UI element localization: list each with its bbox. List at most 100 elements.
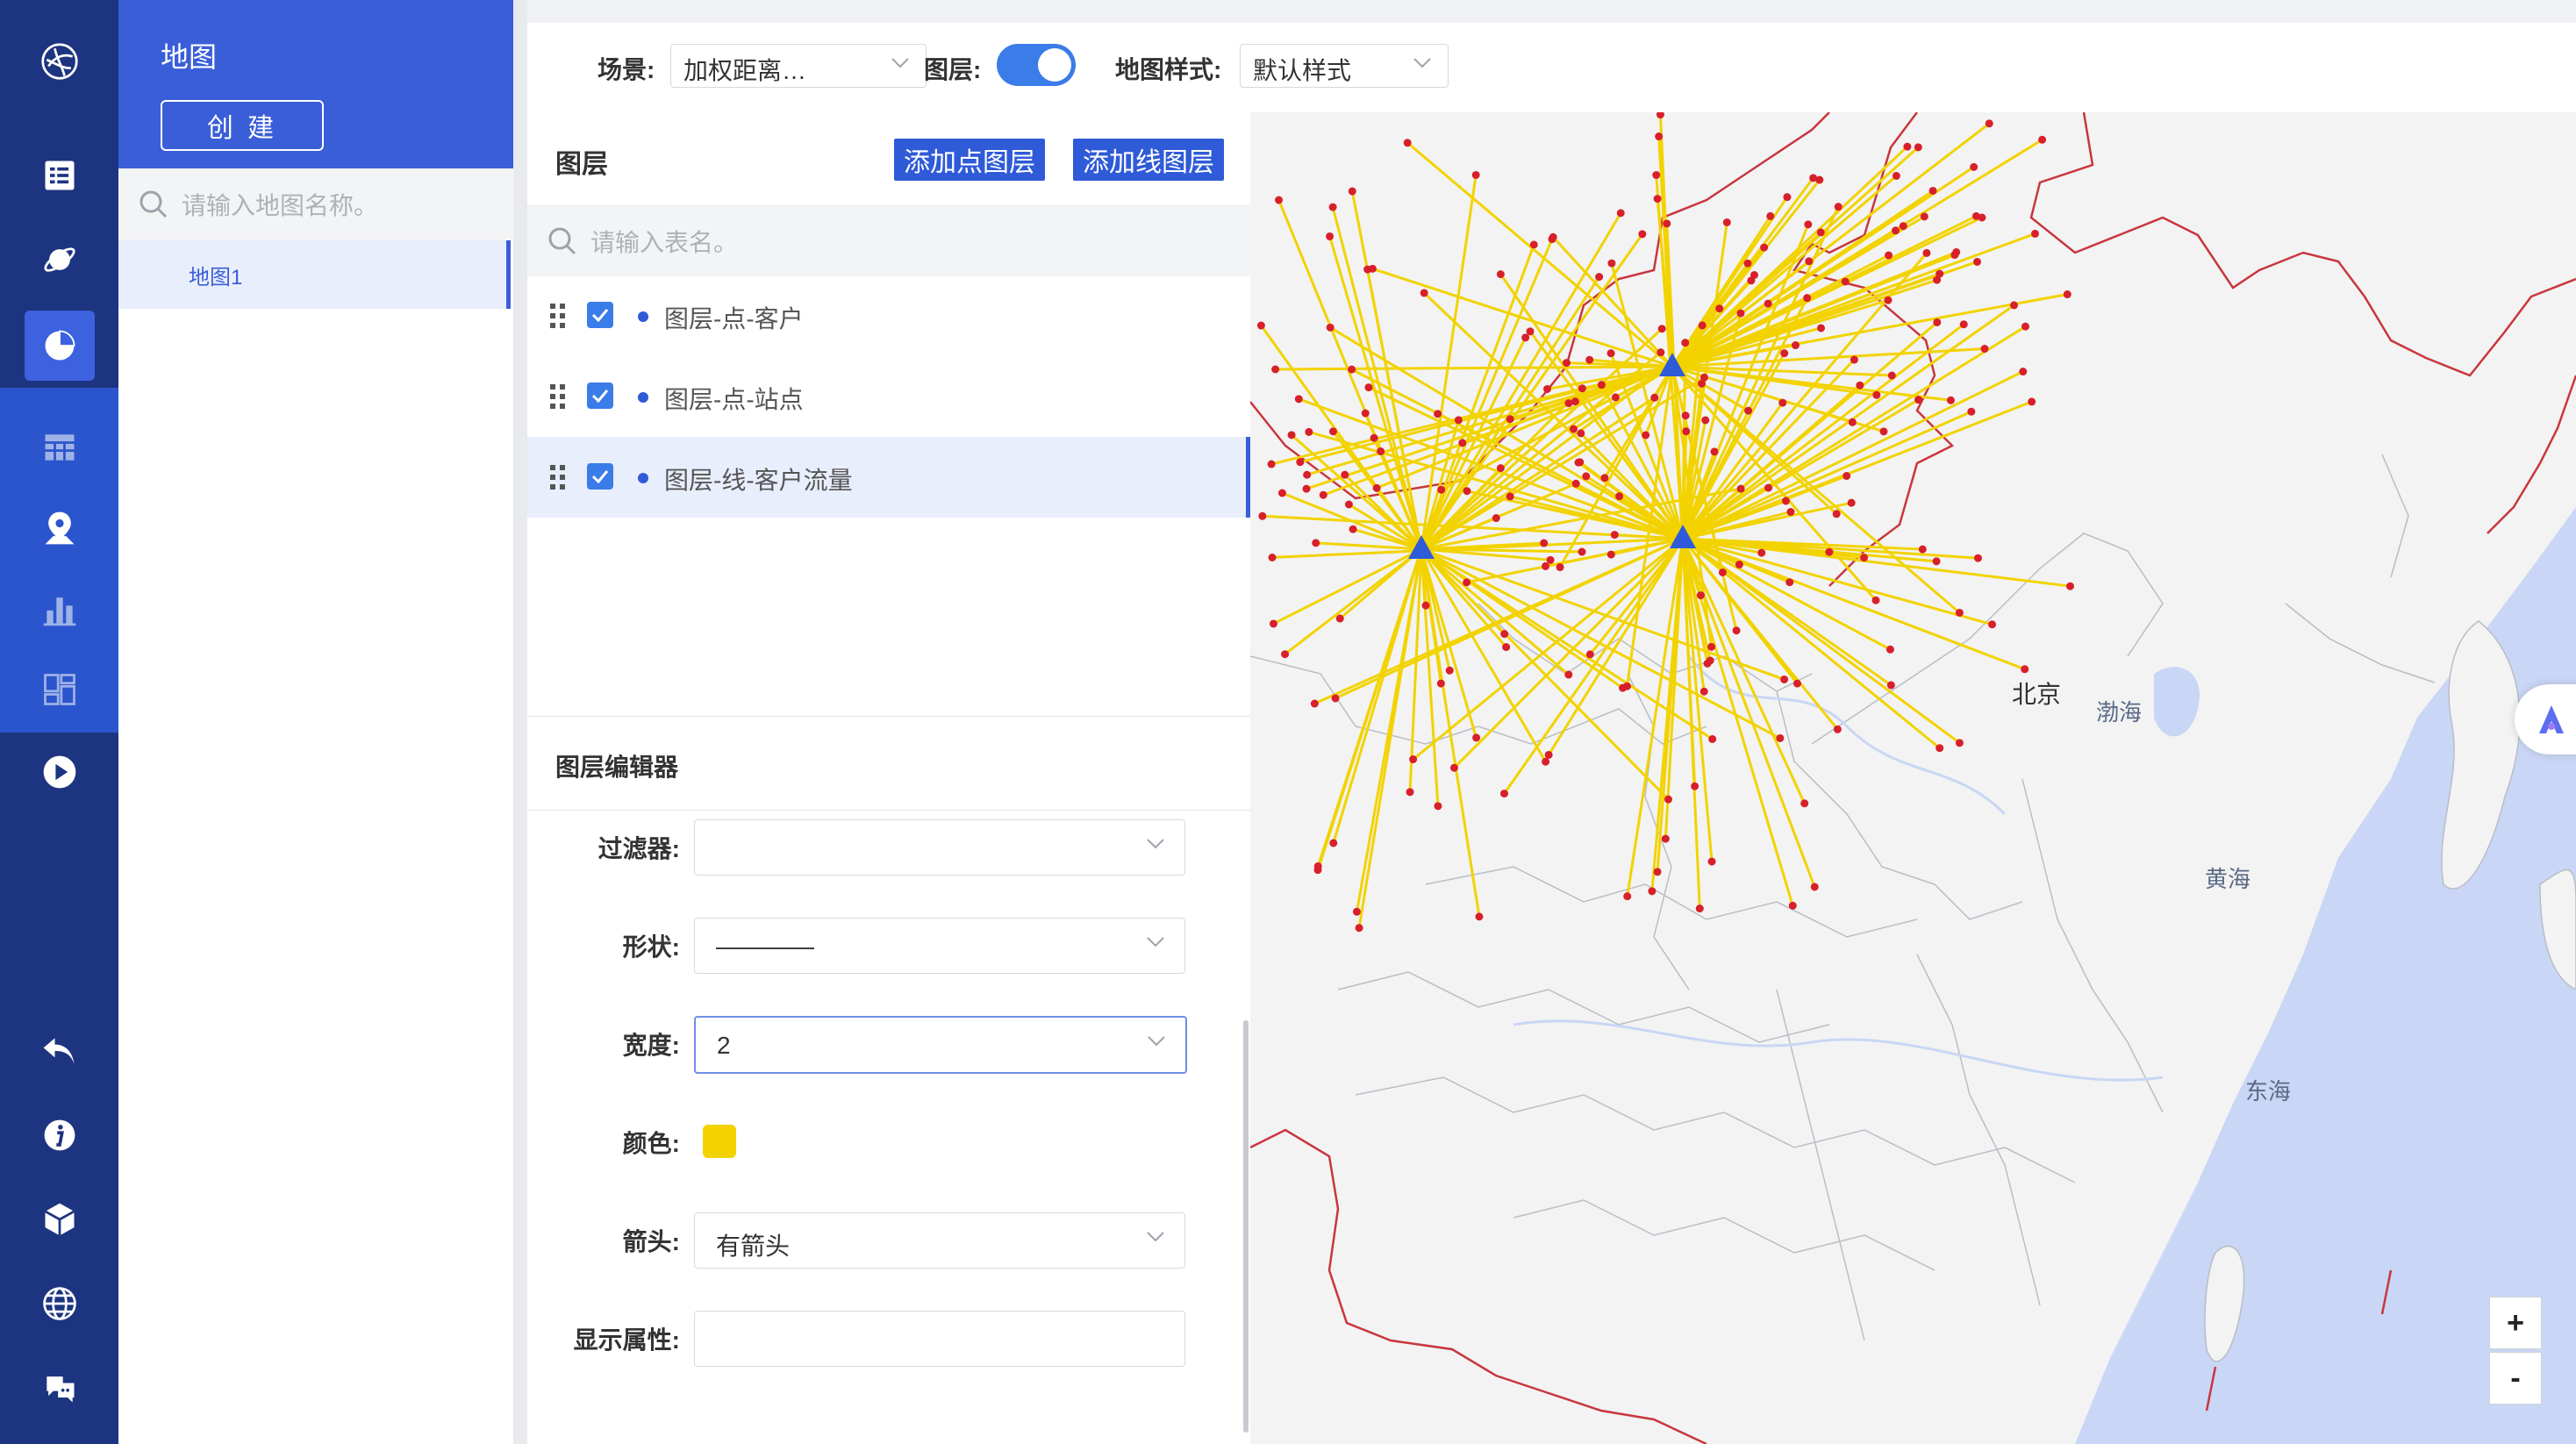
add-point-layer-button[interactable]: 添加点图层	[894, 139, 1045, 181]
customer-point[interactable]	[1526, 327, 1535, 336]
customer-point[interactable]	[1449, 763, 1458, 772]
create-map-button[interactable]: 创 建	[161, 100, 324, 151]
arrow-select[interactable]: 有箭头	[694, 1212, 1185, 1269]
customer-point[interactable]	[1655, 132, 1664, 141]
customer-point[interactable]	[1406, 788, 1414, 797]
nav-explore[interactable]	[0, 218, 118, 302]
customer-point[interactable]	[1571, 479, 1580, 488]
customer-point[interactable]	[1885, 645, 1894, 654]
zoom-in-button[interactable]: +	[2489, 1297, 2542, 1349]
editor-scrollbar[interactable]	[1243, 1020, 1249, 1433]
customer-point[interactable]	[2038, 135, 2047, 144]
customer-point[interactable]	[1972, 257, 1981, 266]
map-list-item[interactable]: 地图1	[118, 240, 511, 309]
customer-point[interactable]	[1506, 415, 1514, 424]
customer-point[interactable]	[2021, 322, 2029, 331]
customer-point[interactable]	[1747, 276, 1756, 285]
customer-point[interactable]	[1370, 433, 1378, 442]
customer-point[interactable]	[1348, 365, 1356, 374]
customer-point[interactable]	[1955, 608, 1964, 617]
customer-point[interactable]	[1736, 309, 1745, 318]
customer-point[interactable]	[1788, 901, 1797, 910]
customer-point[interactable]	[1885, 251, 1893, 260]
customer-point[interactable]	[1610, 531, 1619, 540]
customer-point[interactable]	[1707, 642, 1716, 651]
customer-point[interactable]	[1804, 220, 1813, 229]
customer-point[interactable]	[1544, 750, 1553, 759]
customer-point[interactable]	[1475, 912, 1484, 921]
customer-point[interactable]	[2063, 290, 2072, 299]
shape-select[interactable]: ————	[694, 918, 1185, 974]
customer-point[interactable]	[1860, 554, 1869, 562]
customer-point[interactable]	[1988, 620, 1997, 629]
customer-point[interactable]	[1757, 548, 1766, 557]
customer-point[interactable]	[1268, 554, 1277, 562]
customer-point[interactable]	[1653, 195, 1662, 204]
customer-point[interactable]	[1463, 487, 1471, 496]
customer-point[interactable]	[1872, 390, 1881, 399]
customer-point[interactable]	[1256, 321, 1265, 330]
customer-point[interactable]	[1682, 427, 1691, 436]
customer-point[interactable]	[1277, 489, 1286, 497]
customer-point[interactable]	[1313, 866, 1322, 875]
customer-point[interactable]	[1708, 734, 1717, 743]
nav-back[interactable]	[0, 1009, 118, 1093]
filter-select[interactable]	[694, 819, 1185, 876]
customer-point[interactable]	[1269, 619, 1277, 628]
customer-point[interactable]	[1661, 834, 1670, 843]
customer-point[interactable]	[1946, 396, 1955, 404]
customer-point[interactable]	[1691, 782, 1699, 790]
customer-point[interactable]	[1642, 431, 1650, 440]
scene-select[interactable]: 加权距离…	[670, 44, 927, 88]
customer-point[interactable]	[1556, 563, 1564, 572]
customer-point[interactable]	[1542, 561, 1550, 570]
customer-point[interactable]	[1786, 508, 1795, 517]
customer-point[interactable]	[1574, 458, 1583, 467]
customer-point[interactable]	[1848, 418, 1857, 426]
map-svg[interactable]	[1250, 112, 2576, 1444]
customer-point[interactable]	[1434, 410, 1442, 418]
nav-chart[interactable]	[0, 567, 118, 651]
customer-point[interactable]	[1562, 359, 1571, 368]
width-select[interactable]: 2	[694, 1016, 1187, 1074]
nav-info[interactable]	[0, 1093, 118, 1177]
customer-point[interactable]	[1978, 213, 1986, 222]
customer-point[interactable]	[1959, 320, 1968, 329]
add-line-layer-button[interactable]: 添加线图层	[1073, 139, 1224, 181]
customer-point[interactable]	[1663, 219, 1671, 228]
customer-point[interactable]	[1764, 299, 1772, 308]
customer-point[interactable]	[1571, 397, 1579, 406]
nav-community[interactable]	[0, 1346, 118, 1430]
nav-location[interactable]	[0, 486, 118, 570]
customer-point[interactable]	[1577, 429, 1585, 438]
customer-point[interactable]	[1310, 699, 1319, 708]
customer-point[interactable]	[1722, 218, 1731, 226]
assistant-button[interactable]	[2515, 684, 2576, 754]
customer-point[interactable]	[1585, 355, 1594, 364]
customer-point[interactable]	[1850, 355, 1858, 364]
customer-point[interactable]	[1847, 498, 1856, 507]
customer-point[interactable]	[1348, 187, 1356, 196]
customer-point[interactable]	[1914, 143, 1922, 152]
layer-search-input[interactable]: 请输入表名。	[527, 205, 1250, 276]
customer-point[interactable]	[1735, 561, 1743, 569]
customer-point[interactable]	[1606, 349, 1615, 358]
customer-point[interactable]	[1319, 490, 1327, 499]
customer-point[interactable]	[1955, 739, 1964, 747]
customer-point[interactable]	[1980, 345, 1989, 354]
customer-point[interactable]	[1871, 596, 1880, 604]
customer-point[interactable]	[1843, 472, 1851, 481]
customer-point[interactable]	[1403, 139, 1412, 147]
customer-point[interactable]	[1884, 296, 1893, 304]
nav-package[interactable]	[0, 1177, 118, 1262]
customer-point[interactable]	[1529, 240, 1538, 249]
customer-point[interactable]	[1349, 525, 1357, 533]
customer-point[interactable]	[1841, 277, 1850, 286]
drag-handle-icon[interactable]	[548, 382, 568, 411]
customer-point[interactable]	[1936, 744, 1944, 753]
customer-point[interactable]	[1648, 887, 1657, 896]
customer-point[interactable]	[1542, 757, 1550, 766]
customer-point[interactable]	[1302, 484, 1311, 493]
customer-point[interactable]	[1335, 614, 1344, 623]
customer-point[interactable]	[1805, 257, 1814, 266]
